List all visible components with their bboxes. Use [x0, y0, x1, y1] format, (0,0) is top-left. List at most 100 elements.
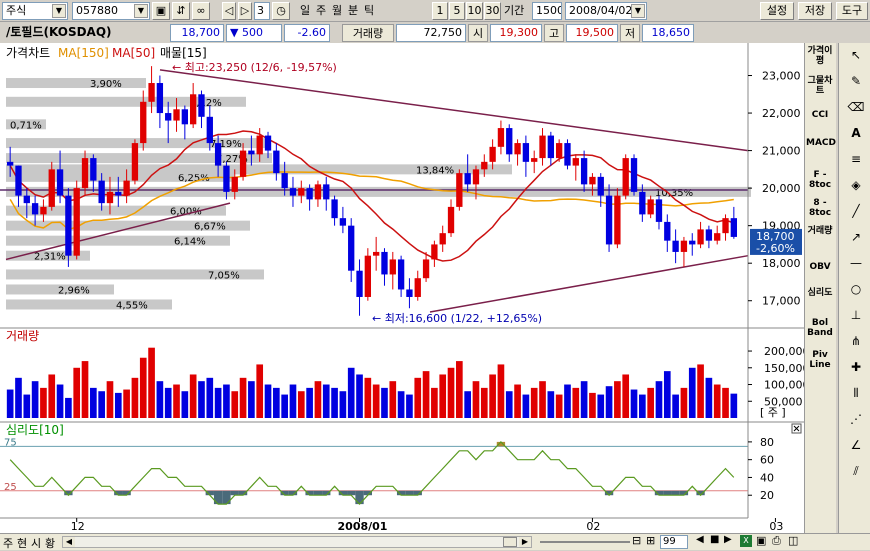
volume-bar [555, 394, 563, 418]
chart-canvas[interactable]: 3,90%5,12%0,71%7,19%7,27%6,25%6,00%6,67%… [0, 43, 804, 533]
psy-low-fill [663, 490, 672, 496]
candle-body [406, 289, 413, 297]
psy-low-fill [222, 490, 231, 505]
candle-body [547, 135, 555, 159]
date-input[interactable]: 2008/04/02 ▼ [565, 2, 647, 20]
indicator-item-8[interactable]: 심리도 [806, 288, 834, 298]
save-icon[interactable]: ▣ [756, 534, 766, 547]
fork-icon[interactable]: ⋔ [845, 330, 867, 352]
volume-bar [223, 384, 230, 418]
candle-body [323, 184, 330, 200]
scroll-thumb[interactable] [503, 537, 517, 547]
volume-bar [289, 384, 297, 418]
scroll-left-icon[interactable]: ◀ [63, 537, 75, 547]
prev-button[interactable]: ◁ [222, 2, 236, 20]
candle-body [156, 83, 164, 114]
candle-body [697, 229, 704, 245]
trendline-icon[interactable]: ╱ [845, 200, 867, 222]
candle-body [231, 176, 238, 192]
scroll-right-icon[interactable]: ▶ [519, 537, 531, 547]
count-5-button[interactable]: 5 [449, 2, 465, 20]
order-button[interactable]: ⇵ [172, 2, 190, 20]
indicator-item-4[interactable]: F - 8toc [806, 170, 834, 190]
bottom-tab-4[interactable]: 황 [45, 535, 55, 551]
bottom-tab-2[interactable]: 현 [17, 535, 27, 551]
fill-icon[interactable]: ◈ [845, 174, 867, 196]
bottom-tab-3[interactable]: 시 [31, 535, 41, 551]
zoom-minus-icon[interactable]: ⊟ [632, 534, 641, 547]
tools-button[interactable]: 도구 [836, 2, 868, 20]
angle-icon[interactable]: ∠ [845, 434, 867, 456]
candle-body [481, 161, 488, 170]
bottom-tab-1[interactable]: 주 [3, 535, 13, 551]
chevron-down-icon[interactable]: ▼ [52, 4, 66, 18]
price-tick-label: 17,000 [762, 295, 801, 308]
vertical-marker-icon[interactable]: ⊥ [845, 304, 867, 326]
parallel-icon[interactable]: ⫽ [845, 460, 867, 482]
bars-icon[interactable]: ⦀ [845, 382, 867, 404]
candle-body [689, 240, 696, 245]
period-tab-tick[interactable]: 틱 [364, 2, 374, 20]
stock-code-input[interactable]: 057880 ▼ [72, 2, 150, 20]
play-icon[interactable]: ▶ [724, 534, 732, 545]
volume-bar [663, 371, 671, 418]
indicator-item-9[interactable]: Bol Band [806, 318, 834, 338]
volume-profile-label: 7,19% [210, 139, 242, 150]
cross-icon[interactable]: ✚ [845, 356, 867, 378]
price-tick-label: 22,000 [762, 107, 801, 120]
legend-title: 가격차트 [6, 46, 50, 60]
count-1-button[interactable]: 1 [432, 2, 448, 20]
lines-icon[interactable]: ≡ [845, 148, 867, 170]
indicator-item-7[interactable]: OBV [806, 262, 834, 272]
candle-body [555, 143, 563, 159]
indicator-item-5[interactable]: 8 - 8toc [806, 198, 834, 218]
period-tab-month[interactable]: 월 [332, 2, 342, 20]
candle-body [73, 188, 80, 256]
count-10-button[interactable]: 10 [466, 2, 483, 20]
horizontal-scrollbar[interactable]: ◀ ▶ [62, 536, 532, 548]
indicator-item-0[interactable]: 가격이평 [806, 46, 834, 66]
indicator-item-1[interactable]: 그물차트 [806, 76, 834, 96]
eraser-icon[interactable]: ✎ [845, 70, 867, 92]
settings-button[interactable]: 설정 [760, 2, 794, 20]
indicator-item-2[interactable]: CCI [806, 110, 834, 120]
cursor-icon[interactable]: ↖ [845, 44, 867, 66]
candle-body [472, 169, 480, 185]
stop-icon[interactable]: ■ [710, 534, 719, 545]
count-30-button[interactable]: 30 [484, 2, 501, 20]
market-select[interactable]: 주식 ▼ [2, 2, 68, 20]
period-tab-week[interactable]: 주 [316, 2, 326, 20]
period-tab-minute[interactable]: 분 [348, 2, 358, 20]
zoom-input[interactable]: 99 [660, 535, 688, 549]
arrow-line-icon[interactable]: ↗ [845, 226, 867, 248]
play-back-icon[interactable]: ◀ [696, 534, 704, 545]
volume-bar [256, 364, 264, 418]
indicator-item-10[interactable]: Piv Line [806, 350, 834, 370]
clock-icon[interactable]: ◷ [272, 2, 290, 20]
link-button[interactable]: ∞ [192, 2, 210, 20]
circle-icon[interactable]: ○ [845, 278, 867, 300]
print-icon[interactable]: ⎙ [772, 534, 781, 548]
zoom-slider[interactable] [540, 541, 630, 543]
chevron-down-icon[interactable]: ▼ [631, 4, 645, 18]
chevron-down-icon[interactable]: ▼ [134, 4, 148, 18]
fan-icon[interactable]: ⋰ [845, 408, 867, 430]
search-button[interactable]: ▣ [152, 2, 170, 20]
candle-body [48, 169, 55, 207]
range-input[interactable]: 1500 [532, 2, 562, 20]
indicator-item-3[interactable]: MACD [806, 138, 836, 148]
text-icon[interactable]: A [845, 122, 867, 144]
zoom-plus-icon[interactable]: ⊞ [646, 534, 655, 547]
candle-body [264, 135, 272, 151]
excel-icon[interactable]: X [740, 535, 752, 547]
period-number-input[interactable]: 3 [254, 2, 270, 20]
save-button[interactable]: 저장 [798, 2, 832, 20]
candle-body [431, 244, 438, 260]
indicator-item-6[interactable]: 거래량 [806, 226, 834, 236]
horizontal-line-icon[interactable]: — [845, 252, 867, 274]
volume-bar [655, 381, 663, 418]
window-icon[interactable]: ◫ [788, 534, 798, 547]
next-button[interactable]: ▷ [238, 2, 252, 20]
eraser-all-icon[interactable]: ⌫ [845, 96, 867, 118]
period-tab-day[interactable]: 일 [300, 2, 310, 20]
